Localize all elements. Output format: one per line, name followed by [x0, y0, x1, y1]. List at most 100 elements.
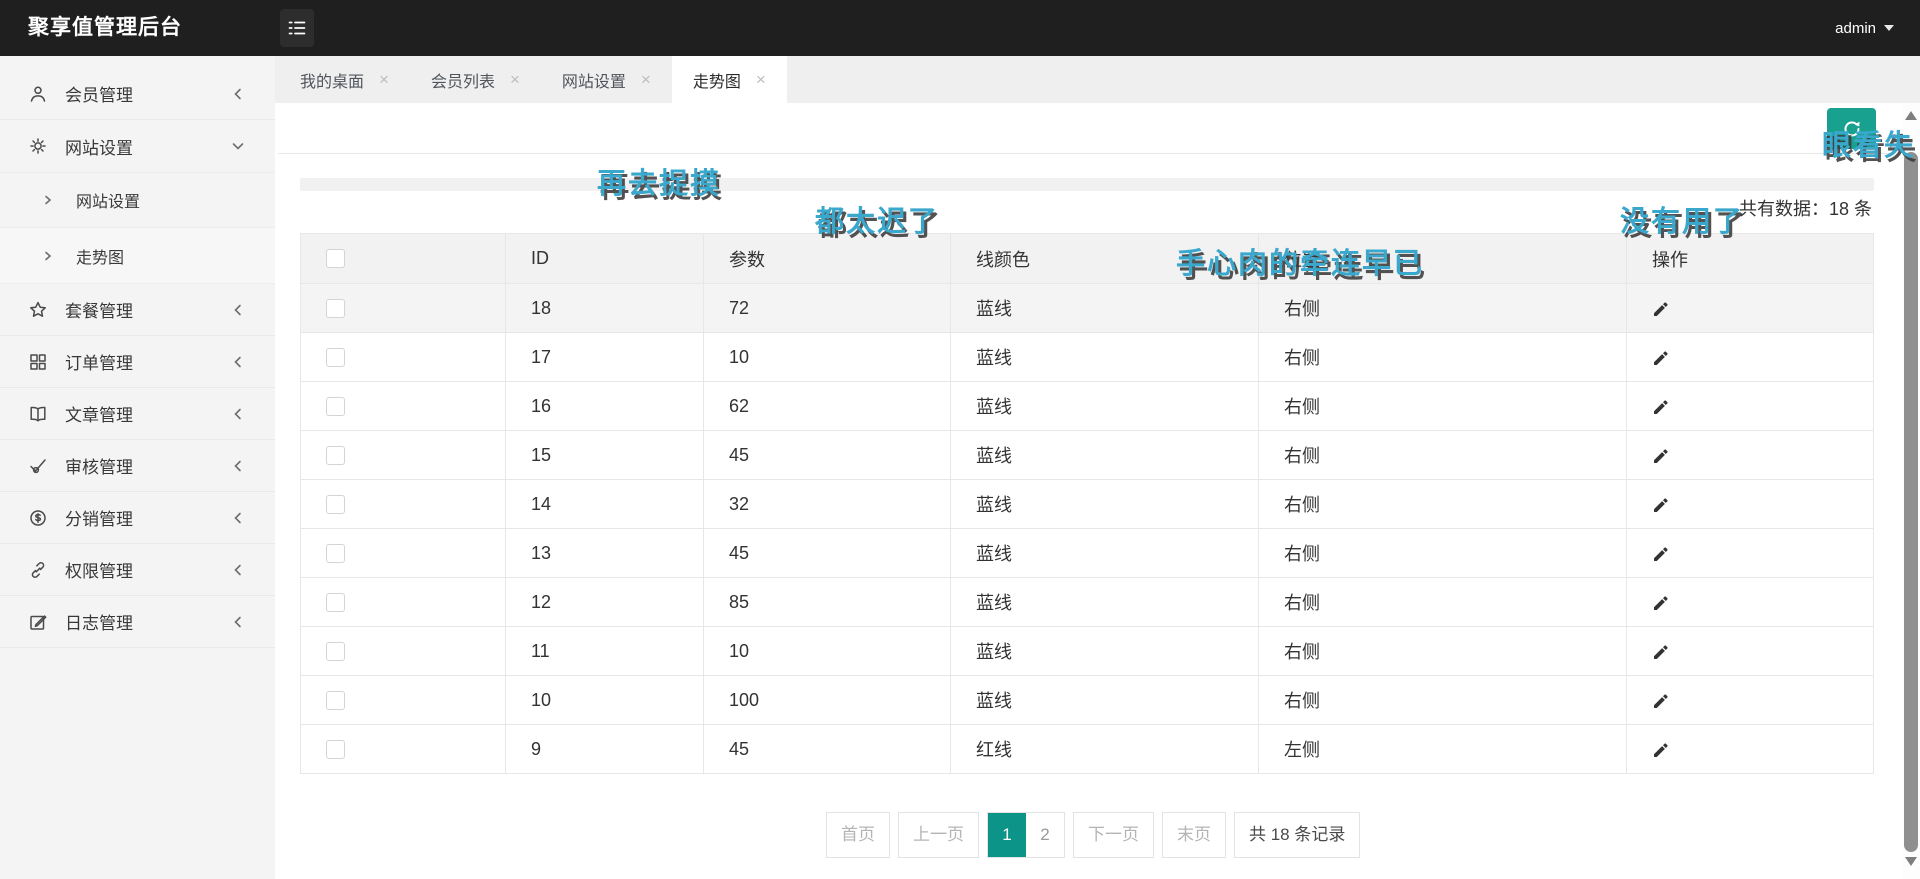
chevron-left-icon	[231, 407, 245, 421]
chevron-left-icon	[231, 355, 245, 369]
cell-line-color: 蓝线	[951, 578, 1259, 626]
tab-my-desktop[interactable]: 我的桌面 ×	[279, 56, 410, 103]
edit-button[interactable]	[1652, 300, 1668, 316]
row-checkbox[interactable]	[326, 593, 345, 612]
tab-close-icon[interactable]: ×	[510, 71, 520, 88]
tab-member-list[interactable]: 会员列表 ×	[410, 56, 541, 103]
sidebar-item-label: 网站设置	[65, 134, 133, 159]
tab-close-icon[interactable]: ×	[379, 71, 389, 88]
row-checkbox[interactable]	[326, 446, 345, 465]
edit-button[interactable]	[1652, 496, 1668, 512]
page-number-1[interactable]: 1	[988, 813, 1026, 857]
chevron-down-icon	[231, 139, 245, 153]
cell-position: 右侧	[1259, 382, 1627, 430]
cell-position: 左侧	[1259, 725, 1627, 773]
pencil-icon	[1652, 692, 1668, 708]
sidebar-item-permissions[interactable]: 权限管理	[0, 544, 275, 596]
toolbar-strip	[300, 178, 1874, 191]
edit-button[interactable]	[1652, 594, 1668, 610]
sidebar-item-label: 分销管理	[65, 505, 133, 530]
cell-line-color: 蓝线	[951, 480, 1259, 528]
tab-close-icon[interactable]: ×	[756, 71, 766, 88]
top-header: 聚享值管理后台 admin	[0, 0, 1920, 56]
tab-site-settings[interactable]: 网站设置 ×	[541, 56, 672, 103]
cell-id: 9	[506, 725, 704, 773]
edit-button[interactable]	[1652, 447, 1668, 463]
next-page-button[interactable]: 下一页	[1073, 812, 1154, 858]
pencil-icon	[1652, 398, 1668, 414]
cell-line-color: 蓝线	[951, 676, 1259, 724]
chevron-left-icon	[231, 511, 245, 525]
cell-line-color: 蓝线	[951, 529, 1259, 577]
table-row: 10 100 蓝线 右侧	[301, 676, 1873, 725]
sidebar-item-logs[interactable]: 日志管理	[0, 596, 275, 648]
sidebar-item-members[interactable]: 会员管理	[0, 68, 275, 120]
edit-button[interactable]	[1652, 398, 1668, 414]
user-menu[interactable]: admin	[1835, 0, 1894, 56]
table-row: 11 10 蓝线 右侧	[301, 627, 1873, 676]
scrollbar-thumb[interactable]	[1904, 152, 1918, 852]
cell-param: 32	[704, 480, 951, 528]
row-checkbox[interactable]	[326, 397, 345, 416]
page-number-2[interactable]: 2	[1026, 813, 1064, 857]
arrow-right-icon	[42, 250, 54, 262]
sidebar-subitem-trend-chart[interactable]: 走势图	[0, 228, 275, 284]
chevron-left-icon	[231, 563, 245, 577]
chevron-left-icon	[231, 615, 245, 629]
cell-line-color: 蓝线	[951, 431, 1259, 479]
cell-param: 72	[704, 284, 951, 332]
cell-id: 11	[506, 627, 704, 675]
edit-button[interactable]	[1652, 349, 1668, 365]
tab-label: 我的桌面	[300, 68, 364, 92]
edit-button[interactable]	[1652, 545, 1668, 561]
sidebar-item-label: 审核管理	[65, 453, 133, 478]
sidebar-toggle-button[interactable]	[280, 9, 314, 47]
tab-trend-chart[interactable]: 走势图 ×	[672, 56, 787, 103]
column-header-param: 参数	[704, 234, 951, 283]
sidebar-item-site-settings[interactable]: 网站设置	[0, 120, 275, 172]
row-checkbox[interactable]	[326, 642, 345, 661]
table-row: 9 45 红线 左侧	[301, 725, 1873, 774]
row-checkbox[interactable]	[326, 544, 345, 563]
vertical-scrollbar	[1902, 103, 1920, 879]
cell-position: 右侧	[1259, 578, 1627, 626]
edit-button[interactable]	[1652, 643, 1668, 659]
sidebar-item-packages[interactable]: 套餐管理	[0, 284, 275, 336]
pencil-icon	[1652, 300, 1668, 316]
prev-page-button[interactable]: 上一页	[898, 812, 979, 858]
scroll-up-arrow-icon[interactable]	[1905, 111, 1917, 120]
row-checkbox[interactable]	[326, 348, 345, 367]
sidebar-item-distribution[interactable]: 分销管理	[0, 492, 275, 544]
select-all-checkbox[interactable]	[326, 249, 345, 268]
cell-param: 10	[704, 333, 951, 381]
sidebar-item-articles[interactable]: 文章管理	[0, 388, 275, 440]
tab-bar: 我的桌面 × 会员列表 × 网站设置 × 走势图 ×	[275, 56, 1920, 103]
edit-button[interactable]	[1652, 692, 1668, 708]
row-checkbox[interactable]	[326, 740, 345, 759]
cell-position: 右侧	[1259, 676, 1627, 724]
cell-param: 10	[704, 627, 951, 675]
refresh-button[interactable]	[1827, 108, 1876, 149]
sidebar-item-label: 文章管理	[65, 401, 133, 426]
cell-position: 右侧	[1259, 627, 1627, 675]
grid-icon	[28, 352, 48, 372]
sidebar-item-audit[interactable]: 审核管理	[0, 440, 275, 492]
row-checkbox[interactable]	[326, 495, 345, 514]
edit-button[interactable]	[1652, 741, 1668, 757]
first-page-button[interactable]: 首页	[826, 812, 890, 858]
column-header-position: 位置	[1259, 234, 1627, 283]
sidebar-subitem-site-settings[interactable]: 网站设置	[0, 172, 275, 228]
tab-close-icon[interactable]: ×	[641, 71, 651, 88]
menu-list-icon	[287, 19, 307, 37]
row-checkbox[interactable]	[326, 299, 345, 318]
sidebar-item-label: 套餐管理	[65, 297, 133, 322]
cell-position: 右侧	[1259, 333, 1627, 381]
cell-id: 14	[506, 480, 704, 528]
last-page-button[interactable]: 末页	[1162, 812, 1226, 858]
row-checkbox[interactable]	[326, 691, 345, 710]
cell-line-color: 蓝线	[951, 333, 1259, 381]
sidebar-item-orders[interactable]: 订单管理	[0, 336, 275, 388]
scroll-down-arrow-icon[interactable]	[1905, 857, 1917, 866]
cell-id: 15	[506, 431, 704, 479]
dollar-icon	[28, 508, 48, 528]
